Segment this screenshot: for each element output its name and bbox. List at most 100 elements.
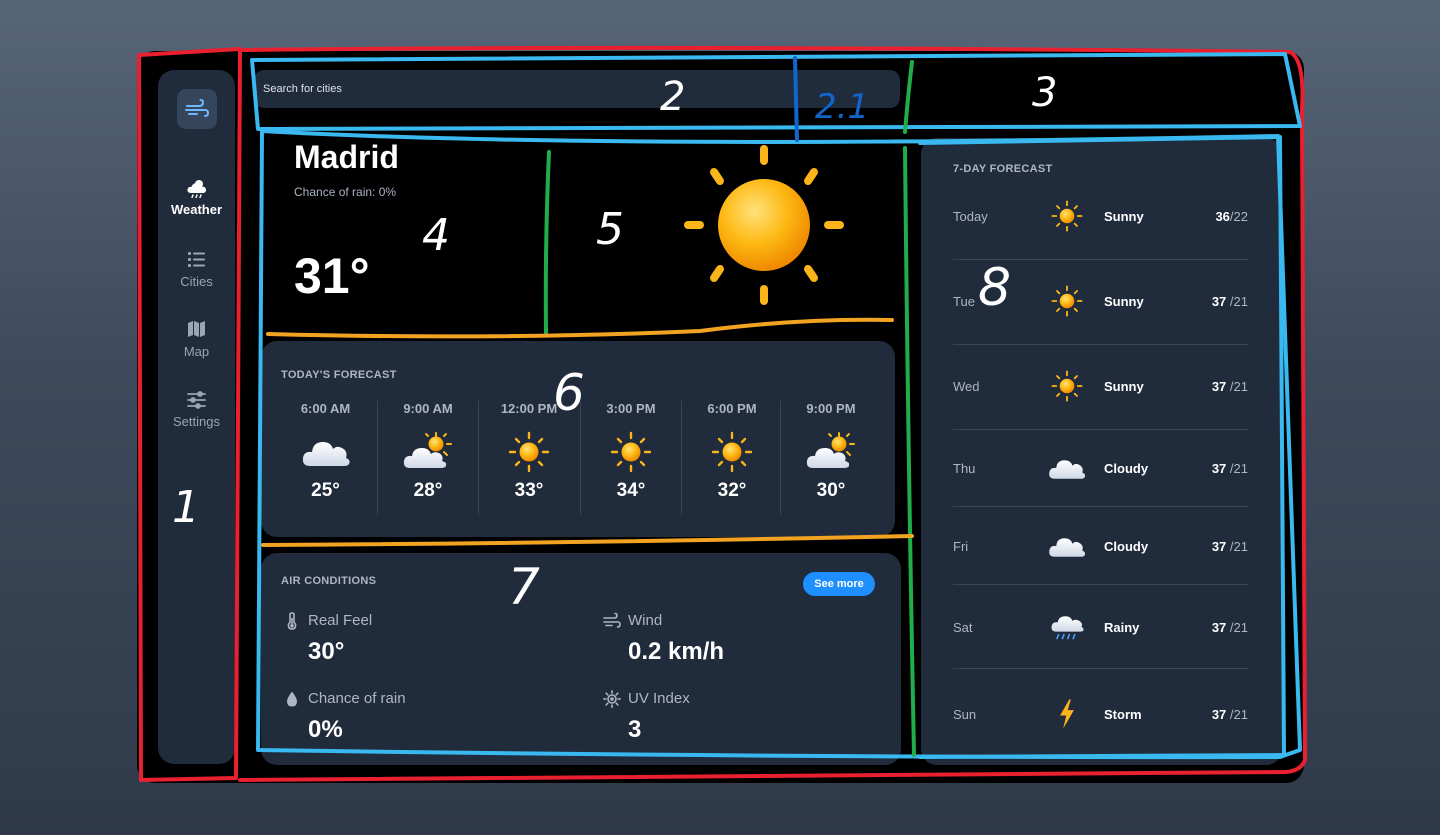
map-icon [188,321,205,337]
hour-forecast-item: 6:00 AM 25° [275,401,376,515]
divider [953,668,1248,669]
divider [953,584,1248,585]
wind-icon [603,612,621,628]
cloud-icon [300,430,352,474]
day-name: Tue [953,294,975,309]
sun-icon [1047,199,1087,233]
day-condition: Storm [1104,707,1142,722]
day-high: 36 [1215,209,1230,224]
today-forecast-title: TODAY'S FORECAST [281,369,397,381]
day-name: Today [953,209,988,224]
sidebar-item-label: Weather [170,202,223,217]
partly-cloudy-icon [805,430,857,474]
air-conditions-card: AIR CONDITIONS See more Real Feel 30° Wi… [261,553,901,765]
sun-icon [605,430,657,474]
logo[interactable] [177,89,217,129]
sidebar-item-settings[interactable]: Settings [158,388,235,429]
thermometer-icon [287,612,297,630]
divider [953,429,1248,430]
sidebar-item-map[interactable]: Map [158,318,235,359]
divider [953,506,1248,507]
hour-time: 6:00 PM [707,401,757,416]
air-item-value: 0% [308,716,343,743]
hour-forecast-item: 9:00 PM 30° [780,401,881,515]
day-temps: 37 /21 [1212,461,1248,476]
day-high: 37 [1211,461,1227,476]
hour-time: 6:00 AM [300,401,351,416]
sidebar-item-label: Settings [173,414,220,429]
air-item-label: Real Feel [308,612,373,629]
day-temps: 37 /21 [1212,539,1248,554]
see-more-button[interactable]: See more [803,572,875,596]
list-icon [188,252,205,267]
air-item-value: 3 [628,716,642,743]
hour-time: 12:00 PM [500,401,558,416]
hour-temp: 25° [311,480,340,501]
day-low: /21 [1229,294,1248,309]
day-low: /21 [1229,461,1248,476]
hour-time: 3:00 PM [606,401,656,416]
search-input[interactable]: Search for cities [254,70,900,108]
air-item-value: 30° [308,638,345,665]
sun-icon [1047,284,1087,318]
day-forecast-row: Wed Sunny 37 /21 [953,371,1248,401]
sidebar-item-weather[interactable]: Weather [158,176,235,217]
day-high: 37 [1211,539,1227,554]
day-condition: Rainy [1104,620,1140,635]
day-low: /21 [1229,620,1248,635]
day-low: /21 [1229,707,1248,722]
day-high: 37 [1211,620,1227,635]
day-temps: 37 /21 [1212,707,1248,722]
hour-temp: 33° [514,480,544,501]
sun-outline-icon [603,690,621,708]
sidebar-item-label: Cities [180,274,213,289]
cloud-icon [1047,451,1087,485]
app-window: Weather Cities Map Settings Search for c… [137,51,1304,783]
weather-icon [187,180,206,198]
air-item-label: Wind [628,612,663,629]
sidebar-item-cities[interactable]: Cities [158,248,235,289]
day-temps: 37 /21 [1212,379,1248,394]
hour-temp: 32° [717,480,747,501]
day-forecast-row: Sun Storm 37 /21 [953,699,1248,729]
current-temperature: 31° [294,248,370,304]
sliders-icon [187,391,206,409]
day-forecast-row: Today Sunny 36/22 [953,201,1248,231]
hour-time: 9:00 PM [806,401,856,416]
droplet-icon [287,691,297,707]
day-temps: 36/22 [1215,209,1248,224]
sidebar-item-label: Map [183,344,210,359]
wind-logo-icon [185,99,210,117]
day-low: /22 [1229,209,1248,224]
air-item-label: Chance of rain [308,690,406,707]
day-temps: 37 /21 [1212,294,1248,309]
sun-icon [503,430,555,474]
day-condition: Sunny [1104,379,1144,394]
air-conditions-title: AIR CONDITIONS [281,575,377,587]
sidebar: Weather Cities Map Settings [158,70,235,764]
day-name: Sun [953,707,977,722]
rain-chance-text: Chance of rain: 0% [294,185,397,199]
today-forecast-card: TODAY'S FORECAST 6:00 AM 25° 9:00 AM 28°… [261,341,895,537]
day-high: 37 [1211,294,1227,309]
air-item-value: 0.2 km/h [628,638,725,665]
day-name: Sat [953,620,973,635]
sun-icon [1047,369,1087,403]
day-condition: Cloudy [1104,539,1149,554]
hour-forecast-item: 6:00 PM 32° [681,401,782,515]
day-forecast-row: Fri Cloudy 37 /21 [953,531,1248,561]
day-condition: Cloudy [1104,461,1149,476]
hour-forecast-item: 9:00 AM 28° [377,401,478,515]
day-high: 37 [1211,707,1227,722]
day-name: Wed [953,379,980,394]
hour-forecast-item: 3:00 PM 34° [580,401,681,515]
week-forecast-title: 7-DAY FORECAST [953,163,1053,175]
hour-temp: 30° [816,480,846,501]
day-forecast-row: Thu Cloudy 37 /21 [953,453,1248,483]
divider [953,344,1248,345]
hour-forecast-item: 12:00 PM 33° [478,401,579,515]
city-name: Madrid [294,139,399,175]
air-item-label: UV Index [628,690,690,707]
day-forecast-row: Tue Sunny 37 /21 [953,286,1248,316]
day-name: Thu [953,461,976,476]
